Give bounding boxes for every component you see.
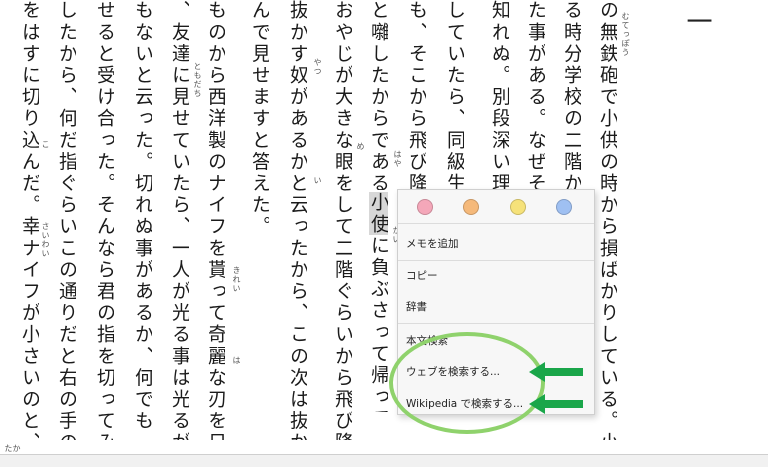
dictionary-menu-item[interactable]: 辞書 — [406, 299, 427, 314]
chapter-title: 一 — [682, 8, 712, 34]
menu-separator — [398, 260, 594, 261]
text-column: をはすに切り込んだ。幸ナイフが小さいのと、 — [20, 0, 39, 440]
ruby-reading: は — [232, 356, 241, 365]
selected-text[interactable]: 小使 — [369, 192, 388, 236]
search-web-menu-item[interactable]: ウェブを検索する... — [406, 364, 500, 379]
text-column: 知れぬ。別段深い理由 — [490, 0, 509, 190]
ruby-reading: むてっぽう — [621, 12, 630, 57]
text-column: と囃したからである。 — [369, 0, 388, 190]
ruby-reading: やつ — [313, 58, 322, 76]
ruby-reading: い — [313, 176, 322, 185]
bottom-scrollbar[interactable] — [0, 454, 768, 467]
reader-page: 一 の無鉄砲で小供の時から損ばかりしている。小 る時分学校の二階から た事がある… — [0, 0, 768, 454]
highlight-yellow-swatch[interactable] — [510, 199, 526, 215]
highlight-blue-swatch[interactable] — [556, 199, 572, 215]
ruby-reading: かた — [4, 444, 21, 453]
selected-text-column[interactable]: 小使に負ぶさって帰って — [369, 192, 388, 412]
ruby-reading: はや — [393, 150, 402, 168]
ruby-reading: め — [356, 142, 365, 151]
text-column: ものから西洋製のナイフを貰って奇麗な刃を日 — [206, 0, 225, 440]
text-column: せると受け合った。そんなら君の指を切ってみ — [95, 0, 114, 440]
highlight-color-row — [398, 190, 594, 224]
text-column: 、友達に見せていたら、一人が光る事は光るが — [170, 0, 189, 440]
context-menu: メモを追加 コピー 辞書 本文検索 ウェブを検索する... Wikipedia … — [397, 189, 595, 415]
copy-menu-item[interactable]: コピー — [406, 268, 438, 283]
text-column: んで見せますと答えた。 — [250, 0, 269, 238]
search-text-menu-item[interactable]: 本文検索 — [406, 333, 448, 348]
text-column: したから、何だ指ぐらいこの通りだと右の手の — [57, 0, 76, 440]
search-wikipedia-menu-item[interactable]: Wikipedia で検索する... — [406, 396, 523, 411]
text-column: た事がある。なぜそん — [526, 0, 545, 190]
text-column: おやじが大きな眼をして二階ぐらいから飛び降 — [333, 0, 352, 440]
text-column: していたら、同級生の — [445, 0, 464, 190]
highlight-pink-swatch[interactable] — [417, 199, 433, 215]
ruby-reading: ともだち — [193, 62, 202, 98]
text-column: もないと云った。切れぬ事があるか、何でも — [133, 0, 152, 432]
ruby-reading: きれい — [232, 266, 241, 293]
highlight-orange-swatch[interactable] — [463, 199, 479, 215]
text-column: も、そこから飛び降 — [407, 0, 426, 190]
add-memo-menu-item[interactable]: メモを追加 — [406, 236, 459, 251]
text-column: 抜かす奴があるかと云ったから、この次は抜か — [288, 0, 307, 440]
ruby-reading: こ — [41, 140, 50, 149]
ruby-reading: さいわい — [41, 222, 50, 258]
text-column: の無鉄砲で小供の時から損ばかりしている。小 — [598, 0, 617, 440]
selection-suffix: に負ぶさって帰って — [369, 235, 388, 412]
menu-separator — [398, 323, 594, 324]
text-column: る時分学校の二階から — [562, 0, 581, 190]
